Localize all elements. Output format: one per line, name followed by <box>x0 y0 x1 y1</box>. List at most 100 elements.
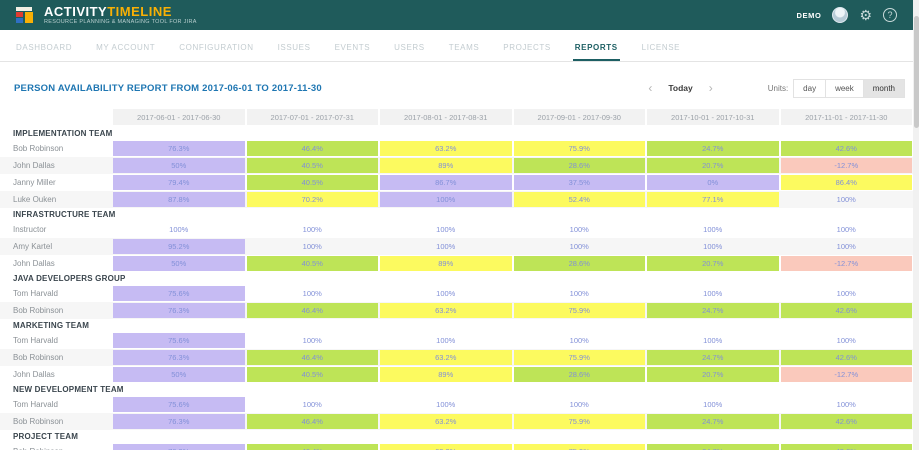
availability-cell: 42.6% <box>781 350 913 365</box>
availability-cell: 100% <box>781 239 913 254</box>
person-cells: 75.6%100%100%100%100%100% <box>112 396 913 413</box>
column-header-date: 2017-08-01 - 2017-08-31 <box>380 109 512 125</box>
person-row: John Dallas50%40.5%89%28.6%20.7%-12.7% <box>0 157 913 174</box>
report-toolbar: PERSON AVAILABILITY REPORT FROM 2017-06-… <box>0 62 919 109</box>
availability-cell: 75.6% <box>113 397 245 412</box>
column-header-date: 2017-06-01 - 2017-06-30 <box>113 109 245 125</box>
availability-cell: 28.6% <box>514 158 646 173</box>
availability-cell: 100% <box>380 192 512 207</box>
availability-cell: 24.7% <box>647 350 779 365</box>
person-row: John Dallas50%40.5%89%28.6%20.7%-12.7% <box>0 255 913 272</box>
person-row: Bob Robinson76.3%46.4%63.2%75.9%24.7%42.… <box>0 349 913 366</box>
availability-cell: 100% <box>113 222 245 237</box>
availability-cell: 77.1% <box>647 192 779 207</box>
availability-cell: 100% <box>514 397 646 412</box>
column-header-date: 2017-07-01 - 2017-07-31 <box>247 109 379 125</box>
availability-cell: 100% <box>781 222 913 237</box>
availability-cell: 89% <box>380 256 512 271</box>
availability-cell: 63.2% <box>380 141 512 156</box>
availability-cell: 42.6% <box>781 414 913 429</box>
nav-item-reports[interactable]: REPORTS <box>573 33 620 61</box>
person-row: Bob Robinson76.3%46.4%63.2%75.9%24.7%42.… <box>0 302 913 319</box>
person-name-label: John Dallas <box>0 366 112 383</box>
units-button-day[interactable]: day <box>793 79 826 98</box>
availability-cell: 50% <box>113 256 245 271</box>
availability-cell: 86.4% <box>781 175 913 190</box>
person-cells: 50%40.5%89%28.6%20.7%-12.7% <box>112 157 913 174</box>
availability-cell: 42.6% <box>781 303 913 318</box>
team-group-header: PROJECT TEAM <box>0 430 913 443</box>
units-button-month[interactable]: month <box>863 79 905 98</box>
availability-cell: 28.6% <box>514 256 646 271</box>
availability-cell: 50% <box>113 158 245 173</box>
chevron-left-icon[interactable]: ‹ <box>648 82 652 94</box>
person-row: Bob Robinson76.3%46.4%63.2%75.9%24.7%42.… <box>0 140 913 157</box>
chevron-right-icon[interactable]: › <box>709 82 713 94</box>
availability-cell: 76.3% <box>113 414 245 429</box>
availability-cell: 46.4% <box>247 141 379 156</box>
today-button[interactable]: Today <box>668 83 692 93</box>
availability-cell: 50% <box>113 367 245 382</box>
column-header-date: 2017-10-01 - 2017-10-31 <box>647 109 779 125</box>
availability-cell: 100% <box>514 286 646 301</box>
nav-item-dashboard[interactable]: DASHBOARD <box>14 33 74 61</box>
availability-cell: 40.5% <box>247 158 379 173</box>
person-row: Bob Robinson76.3%46.4%63.2%75.9%24.7%42.… <box>0 443 913 450</box>
person-name-label: Tom Harvald <box>0 396 112 413</box>
vertical-scrollbar <box>913 0 919 450</box>
brand-name-activity: ACTIVITY <box>44 5 107 18</box>
availability-cell: 100% <box>380 397 512 412</box>
availability-cell: 20.7% <box>647 158 779 173</box>
availability-cell: 46.4% <box>247 414 379 429</box>
scrollbar-thumb[interactable] <box>914 16 919 128</box>
availability-cell: 100% <box>781 286 913 301</box>
person-name-label: Bob Robinson <box>0 140 112 157</box>
availability-cell: 76.3% <box>113 350 245 365</box>
availability-cell: 100% <box>647 333 779 348</box>
availability-cell: 63.2% <box>380 350 512 365</box>
nav-item-teams[interactable]: TEAMS <box>447 33 482 61</box>
nav-item-configuration[interactable]: CONFIGURATION <box>177 33 255 61</box>
app-logo: ACTIVITY TIMELINE RESOURCE PLANNING & MA… <box>16 5 197 26</box>
team-group-header: INFRASTRUCTURE TEAM <box>0 208 913 221</box>
availability-cell: -12.7% <box>781 256 913 271</box>
activitytimeline-logo-icon <box>16 7 38 23</box>
nav-item-events[interactable]: EVENTS <box>333 33 373 61</box>
availability-cell: 100% <box>380 239 512 254</box>
availability-cell: -12.7% <box>781 158 913 173</box>
availability-cell: 100% <box>647 397 779 412</box>
availability-cell: 75.6% <box>113 286 245 301</box>
person-cells: 76.3%46.4%63.2%75.9%24.7%42.6% <box>112 302 913 319</box>
person-cells: 87.8%70.2%100%52.4%77.1%100% <box>112 191 913 208</box>
person-name-label: Bob Robinson <box>0 443 112 450</box>
availability-cell: 100% <box>647 222 779 237</box>
name-column-spacer <box>0 109 112 125</box>
availability-cell: 40.5% <box>247 256 379 271</box>
availability-cell: 100% <box>247 286 379 301</box>
units-switcher: dayweekmonth <box>794 78 905 98</box>
help-icon[interactable]: ? <box>883 8 897 22</box>
settings-gear-icon[interactable]: ⚙ <box>859 8 872 22</box>
availability-cell: 100% <box>380 333 512 348</box>
availability-cell: 42.6% <box>781 141 913 156</box>
nav-item-license[interactable]: LICENSE <box>640 33 682 61</box>
nav-item-projects[interactable]: PROJECTS <box>501 33 552 61</box>
person-cells: 95.2%100%100%100%100%100% <box>112 238 913 255</box>
nav-item-issues[interactable]: ISSUES <box>276 33 313 61</box>
person-row: Tom Harvald75.6%100%100%100%100%100% <box>0 285 913 302</box>
person-cells: 50%40.5%89%28.6%20.7%-12.7% <box>112 366 913 383</box>
units-button-week[interactable]: week <box>825 79 864 98</box>
person-cells: 76.3%46.4%63.2%75.9%24.7%42.6% <box>112 140 913 157</box>
availability-cell: 100% <box>781 333 913 348</box>
nav-item-users[interactable]: USERS <box>392 33 427 61</box>
availability-cell: -12.7% <box>781 367 913 382</box>
person-name-label: Bob Robinson <box>0 302 112 319</box>
brand-tagline: RESOURCE PLANNING & MANAGING TOOL FOR JI… <box>44 20 197 26</box>
person-name-label: John Dallas <box>0 157 112 174</box>
nav-item-my-account[interactable]: MY ACCOUNT <box>94 33 157 61</box>
availability-cell: 42.6% <box>781 444 913 450</box>
availability-cell: 76.3% <box>113 444 245 450</box>
user-avatar[interactable] <box>832 7 848 23</box>
person-cells: 75.6%100%100%100%100%100% <box>112 285 913 302</box>
table-body: IMPLEMENTATION TEAMBob Robinson76.3%46.4… <box>0 127 913 450</box>
